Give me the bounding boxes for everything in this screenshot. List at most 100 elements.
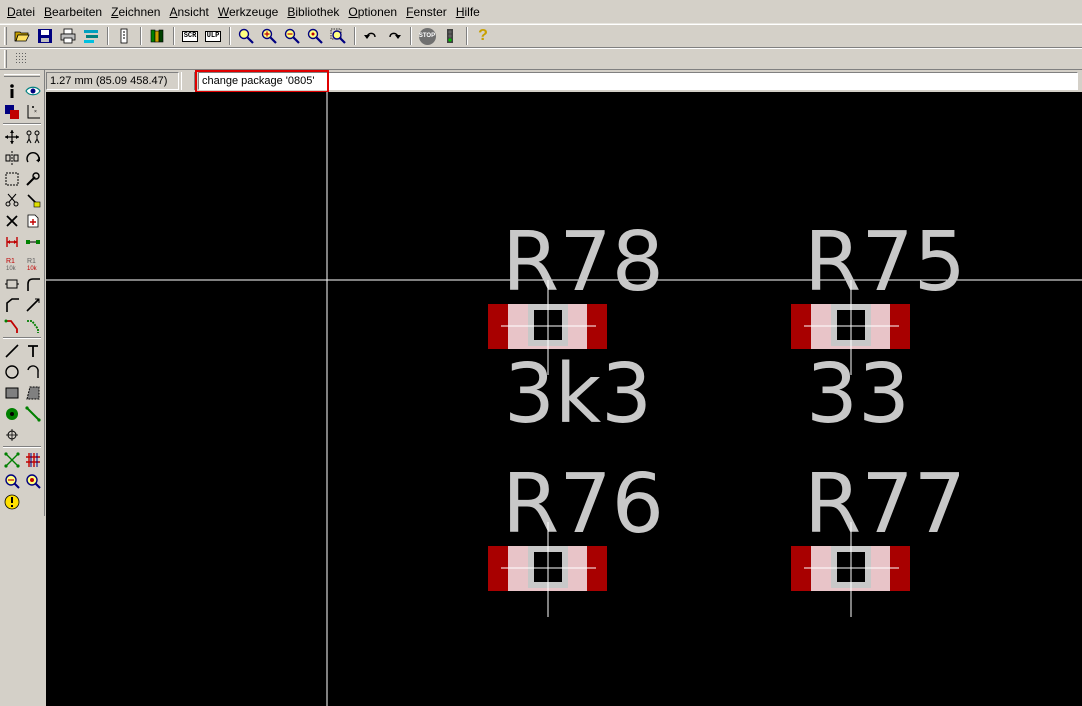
signal-tool[interactable]: [22, 403, 43, 424]
toolbar-separator: [410, 27, 412, 45]
menu-ansicht[interactable]: Ansicht: [166, 1, 211, 23]
parameter-toolbar: [0, 48, 1082, 70]
toolbar-grip[interactable]: [4, 27, 7, 45]
mark-icon: ×: [27, 104, 40, 118]
part-r78[interactable]: R78 3k3: [488, 215, 664, 442]
signal-icon: [24, 405, 41, 422]
remove-tool[interactable]: [1, 210, 22, 231]
rect-tool[interactable]: [1, 382, 22, 403]
brush-icon: [26, 193, 40, 207]
via-tool[interactable]: [1, 403, 22, 424]
drc-icon: [4, 473, 20, 489]
cam-icon: [84, 30, 98, 43]
mirror-tool[interactable]: [1, 147, 22, 168]
command-line-input[interactable]: [198, 72, 1078, 90]
menu-datei-label: Datei: [7, 4, 36, 19]
arc-tool[interactable]: [22, 361, 43, 382]
toolbar-separator: [466, 27, 468, 45]
errors-icon: [25, 473, 41, 489]
board-drawing[interactable]: R78 3k3 R75 33 R76 R77: [46, 92, 1082, 706]
part-r75[interactable]: R75 33: [791, 215, 966, 442]
value-tool[interactable]: R1 10k: [22, 252, 43, 273]
ratsnest-tool[interactable]: [1, 449, 22, 470]
menu-hilfe[interactable]: Hilfe: [453, 1, 483, 23]
menu-datei[interactable]: Datei: [4, 1, 38, 23]
paste-tool[interactable]: [1, 189, 22, 210]
board-canvas[interactable]: R78 3k3 R75 33 R76 R77: [46, 92, 1082, 706]
ripup-icon: [26, 319, 39, 333]
zoom-select-button[interactable]: [327, 26, 349, 46]
change-tool[interactable]: [22, 168, 43, 189]
smash-icon: [4, 279, 19, 288]
grid-button[interactable]: [11, 49, 33, 69]
circle-icon: [4, 364, 19, 379]
undo-icon: [364, 32, 376, 39]
copy-tool[interactable]: [22, 126, 43, 147]
menu-fenster[interactable]: Fenster: [403, 1, 450, 23]
board-schematic-switch-button[interactable]: [113, 26, 135, 46]
command-toolbar: × R1 10k R1 10k: [0, 70, 45, 516]
smash-tool[interactable]: [1, 273, 22, 294]
script-button[interactable]: SCR: [179, 26, 201, 46]
route-tool[interactable]: [1, 315, 22, 336]
wire-tool[interactable]: [1, 340, 22, 361]
menu-bibliothek[interactable]: Bibliothek: [284, 1, 342, 23]
toolbar-grip[interactable]: [4, 50, 7, 68]
replace-tool[interactable]: [22, 231, 43, 252]
info-tool[interactable]: [1, 80, 22, 101]
name-tool[interactable]: R1 10k: [1, 252, 22, 273]
copy-icon: [26, 130, 39, 143]
go-button[interactable]: [439, 26, 461, 46]
text-tool[interactable]: [22, 340, 43, 361]
errors-tool[interactable]: [22, 470, 43, 491]
group-tool[interactable]: [1, 168, 22, 189]
show-tool[interactable]: [22, 80, 43, 101]
menu-zeichnen[interactable]: Zeichnen: [108, 1, 163, 23]
redraw-button[interactable]: [304, 26, 326, 46]
rectangle-icon: [5, 387, 18, 398]
pinswap-tool[interactable]: [1, 231, 22, 252]
part-name-label: R77: [804, 457, 966, 552]
autorouter-tool[interactable]: [22, 449, 43, 470]
rotate-tool[interactable]: [22, 147, 43, 168]
zoom-in-button[interactable]: [258, 26, 280, 46]
optimize-tool[interactable]: [22, 294, 43, 315]
toolbar-grip[interactable]: [4, 74, 40, 77]
ripup-tool[interactable]: [22, 315, 43, 336]
menu-bearbeiten[interactable]: Bearbeiten: [41, 1, 105, 23]
line-icon: [4, 343, 19, 358]
zoom-fit-button[interactable]: [235, 26, 257, 46]
menu-optionen[interactable]: Optionen: [345, 1, 400, 23]
polygon-tool[interactable]: [22, 382, 43, 403]
open-button[interactable]: [11, 26, 33, 46]
autorouter-icon: [25, 452, 40, 467]
delete-tool[interactable]: [22, 189, 43, 210]
wrench-icon: [25, 171, 40, 186]
redo-button[interactable]: [383, 26, 405, 46]
zoom-out-button[interactable]: [281, 26, 303, 46]
save-button[interactable]: [34, 26, 56, 46]
eye-icon: [24, 86, 41, 95]
erc-tool[interactable]: [1, 491, 22, 512]
split-tool[interactable]: [1, 294, 22, 315]
switch-icon: [120, 28, 128, 44]
circle-tool[interactable]: [1, 361, 22, 382]
mark-tool[interactable]: ×: [22, 101, 43, 122]
hole-tool[interactable]: [1, 424, 22, 445]
help-button[interactable]: ?: [472, 26, 494, 46]
print-button[interactable]: [57, 26, 79, 46]
part-r76[interactable]: R76: [488, 457, 664, 617]
part-r77[interactable]: R77: [791, 457, 966, 617]
miter-tool[interactable]: [22, 273, 43, 294]
display-tool[interactable]: [1, 101, 22, 122]
menu-werkzeuge[interactable]: Werkzeuge: [215, 1, 281, 23]
stop-button[interactable]: STOP: [416, 26, 438, 46]
add-tool[interactable]: [22, 210, 43, 231]
use-library-button[interactable]: [146, 26, 168, 46]
undo-button[interactable]: [360, 26, 382, 46]
polygon-icon: [25, 386, 39, 399]
cam-processor-button[interactable]: [80, 26, 102, 46]
ulp-button[interactable]: ULP: [202, 26, 224, 46]
move-tool[interactable]: [1, 126, 22, 147]
drc-tool[interactable]: [1, 470, 22, 491]
